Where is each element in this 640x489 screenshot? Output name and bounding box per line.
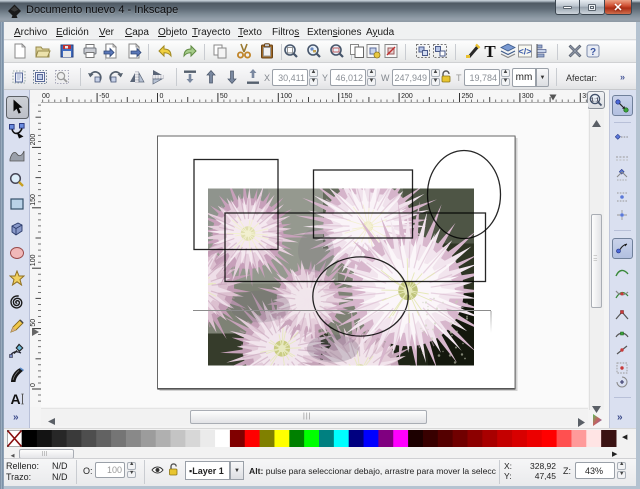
svg-text:200: 200 [401,93,413,100]
svg-text:300: 300 [522,93,534,100]
svg-text:150: 150 [341,93,353,100]
svg-text:-50: -50 [99,93,109,100]
svg-text:A: A [10,391,20,407]
svg-text:200: 200 [30,134,37,146]
svg-text:100: 100 [30,254,37,266]
svg-text:50: 50 [30,319,37,327]
svg-text:?: ? [589,47,595,58]
svg-text:0: 0 [160,93,164,100]
svg-text:T: T [484,43,496,59]
svg-text:150: 150 [30,194,37,206]
svg-text:</>: </> [518,47,531,57]
svg-text:50: 50 [220,93,228,100]
svg-text:100: 100 [280,93,292,100]
svg-text:1:1: 1:1 [591,97,599,103]
svg-text:250: 250 [462,93,474,100]
svg-text:0: 0 [30,383,37,387]
svg-text:00: 00 [42,93,50,100]
